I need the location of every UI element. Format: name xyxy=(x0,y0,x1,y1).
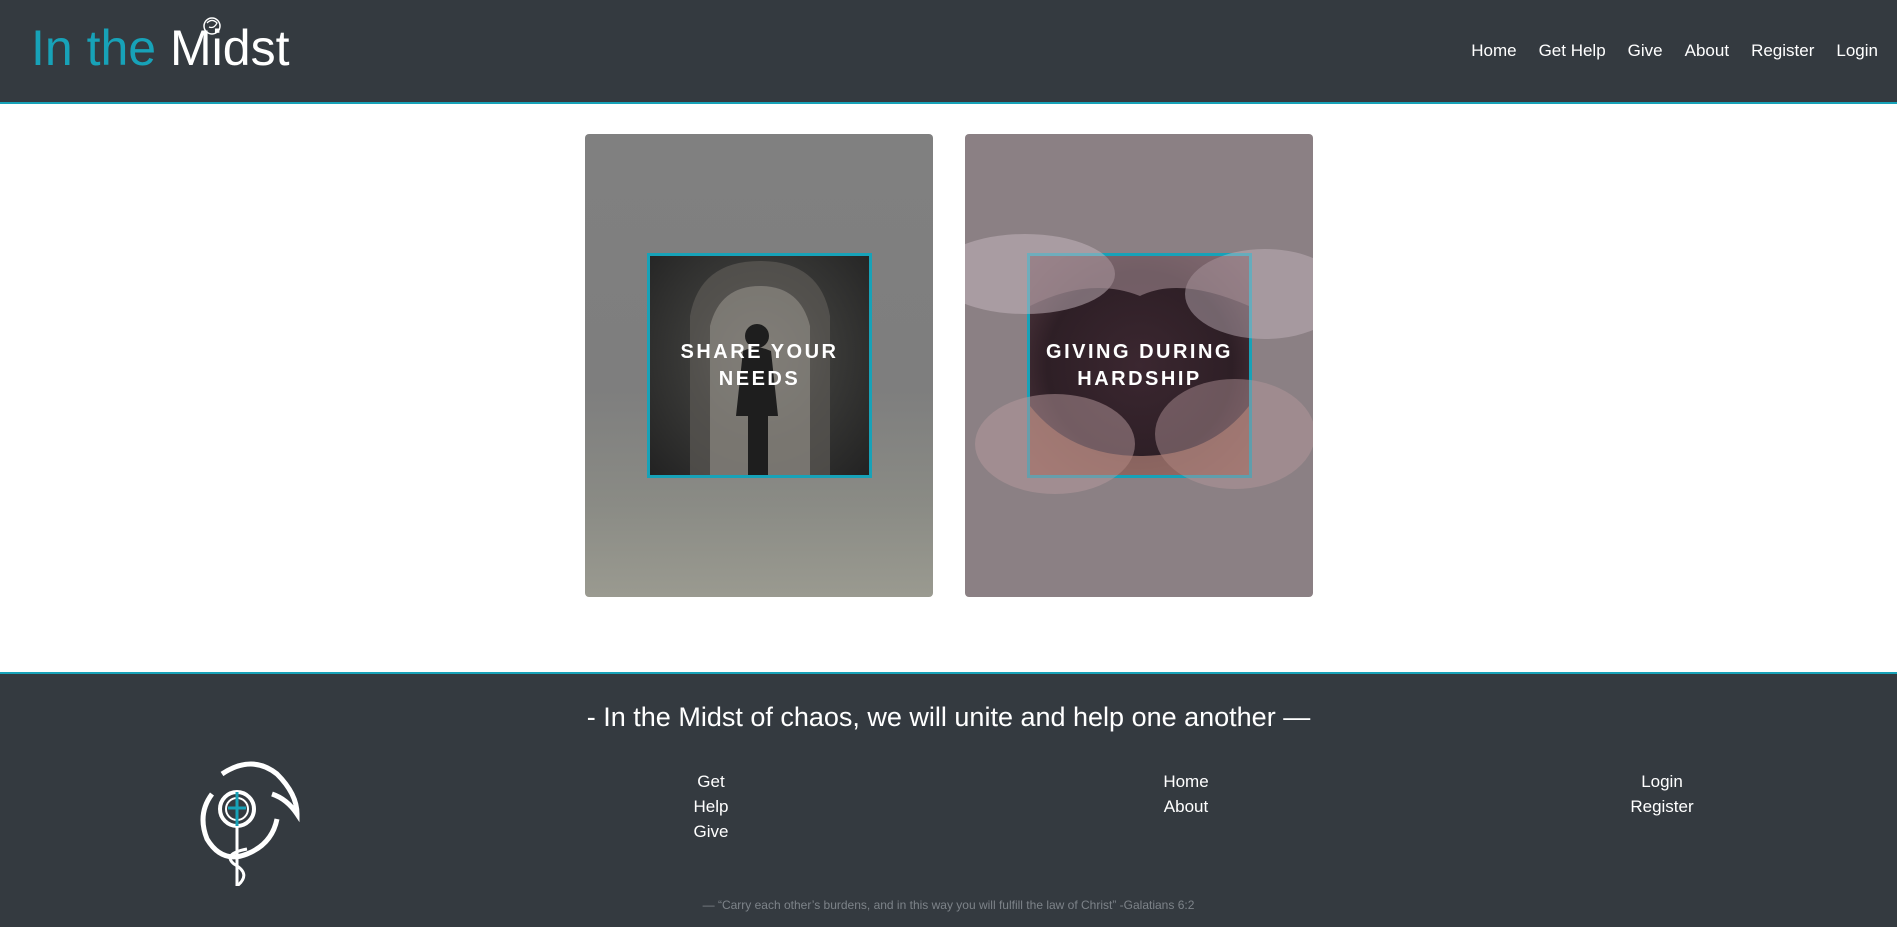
giving-hardship-frame: GIVING DURING HARDSHIP xyxy=(1027,253,1252,478)
footer-link-about[interactable]: About xyxy=(1160,794,1212,819)
giving-hardship-card[interactable]: GIVING DURING HARDSHIP xyxy=(965,134,1313,597)
footer-link-home[interactable]: Home xyxy=(1160,769,1212,794)
footer-link-give[interactable]: Give xyxy=(680,819,742,844)
rose-icon xyxy=(203,17,221,35)
rose-cross-logo-icon xyxy=(200,761,300,886)
footer-verse: — “Carry each other’s burdens, and in th… xyxy=(702,898,1195,912)
nav-home[interactable]: Home xyxy=(1471,41,1516,61)
share-title-line2: NEEDS xyxy=(718,367,801,390)
footer-tagline: - In the Midst of chaos, we will unite a… xyxy=(586,702,1311,732)
give-title-line1: GIVING DURING xyxy=(1046,340,1233,363)
footer-link-login[interactable]: Login xyxy=(1628,769,1696,794)
site-header: In the Midst Home Get Help Give About Re… xyxy=(0,0,1897,104)
footer-link-get-help[interactable]: Get Help xyxy=(680,769,742,819)
nav-login[interactable]: Login xyxy=(1836,41,1878,61)
nav-give[interactable]: Give xyxy=(1628,41,1663,61)
footer-link-register[interactable]: Register xyxy=(1628,794,1696,819)
nav-get-help[interactable]: Get Help xyxy=(1539,41,1606,61)
logo-text-white: Midst xyxy=(170,20,290,76)
give-title-line2: HARDSHIP xyxy=(1077,367,1202,390)
main-nav: Home Get Help Give About Register Login xyxy=(1449,41,1878,61)
share-needs-title: SHARE YOUR NEEDS xyxy=(681,339,839,393)
site-footer: - In the Midst of chaos, we will unite a… xyxy=(0,672,1897,927)
share-needs-card[interactable]: SHARE YOUR NEEDS xyxy=(585,134,933,597)
logo-text-teal: In the xyxy=(31,20,170,76)
footer-links-help: Get Help Give xyxy=(680,769,742,844)
site-logo[interactable]: In the Midst xyxy=(31,17,290,76)
nav-about[interactable]: About xyxy=(1685,41,1729,61)
nav-register[interactable]: Register xyxy=(1751,41,1814,61)
share-title-line1: SHARE YOUR xyxy=(680,340,839,363)
footer-links-site: Home About xyxy=(1160,769,1212,819)
giving-hardship-title: GIVING DURING HARDSHIP xyxy=(1046,339,1233,393)
share-needs-frame: SHARE YOUR NEEDS xyxy=(647,253,872,478)
footer-links-account: Login Register xyxy=(1628,769,1696,819)
